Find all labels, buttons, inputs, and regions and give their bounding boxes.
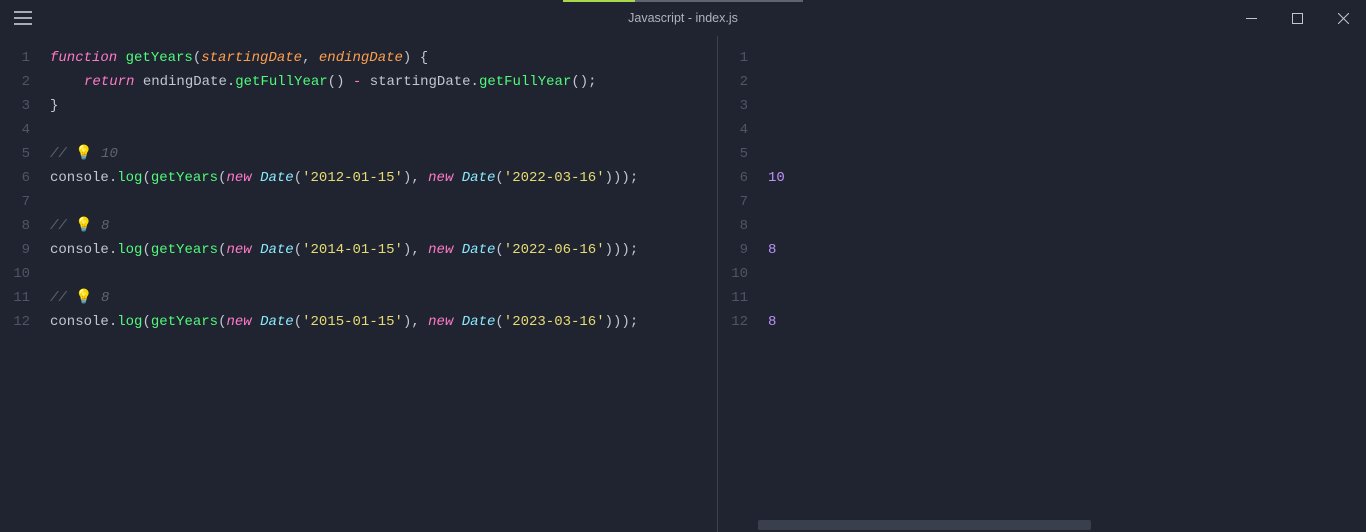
line-number: 9 bbox=[718, 238, 758, 262]
line-number: 11 bbox=[718, 286, 758, 310]
output-line bbox=[768, 118, 1366, 142]
scrollbar-thumb[interactable] bbox=[758, 520, 1091, 530]
output-content: 10 8 8 bbox=[768, 46, 1366, 334]
window-controls bbox=[1228, 0, 1366, 36]
output-line bbox=[768, 190, 1366, 214]
editor-gutter: 1 2 3 4 5 6 7 8 9 10 11 12 bbox=[0, 46, 40, 334]
line-number: 1 bbox=[0, 46, 40, 70]
line-number: 8 bbox=[718, 214, 758, 238]
line-number: 2 bbox=[718, 70, 758, 94]
maximize-button[interactable] bbox=[1274, 0, 1320, 36]
line-number: 10 bbox=[718, 262, 758, 286]
output-gutter: 1 2 3 4 5 6 7 8 9 10 11 12 bbox=[718, 46, 758, 334]
line-number: 11 bbox=[0, 286, 40, 310]
hamburger-menu-icon[interactable] bbox=[14, 7, 36, 29]
output-line: 10 bbox=[768, 166, 1366, 190]
window-title: Javascript - index.js bbox=[628, 11, 738, 25]
code-line[interactable]: console.log(getYears(new Date('2015-01-1… bbox=[50, 310, 717, 334]
close-button[interactable] bbox=[1320, 0, 1366, 36]
line-number: 3 bbox=[0, 94, 40, 118]
line-number: 8 bbox=[0, 214, 40, 238]
line-number: 4 bbox=[718, 118, 758, 142]
code-line[interactable]: function getYears(startingDate, endingDa… bbox=[50, 46, 717, 70]
output-line bbox=[768, 262, 1366, 286]
code-line[interactable] bbox=[50, 190, 717, 214]
output-line bbox=[768, 70, 1366, 94]
code-line[interactable]: // 💡 10 bbox=[50, 142, 717, 166]
code-editor-pane[interactable]: 1 2 3 4 5 6 7 8 9 10 11 12 function getY… bbox=[0, 36, 718, 532]
line-number: 7 bbox=[718, 190, 758, 214]
line-number: 9 bbox=[0, 238, 40, 262]
split-panes: 1 2 3 4 5 6 7 8 9 10 11 12 function getY… bbox=[0, 36, 1366, 532]
output-line bbox=[768, 286, 1366, 310]
title-bar: Javascript - index.js bbox=[0, 0, 1366, 36]
line-number: 10 bbox=[0, 262, 40, 286]
output-line bbox=[768, 94, 1366, 118]
lightbulb-icon: 💡 bbox=[75, 218, 92, 234]
code-line[interactable]: console.log(getYears(new Date('2014-01-1… bbox=[50, 238, 717, 262]
horizontal-scrollbar[interactable] bbox=[758, 520, 1364, 530]
output-line: 8 bbox=[768, 238, 1366, 262]
minimize-button[interactable] bbox=[1228, 0, 1274, 36]
output-line bbox=[768, 46, 1366, 70]
line-number: 12 bbox=[0, 310, 40, 334]
code-line[interactable] bbox=[50, 118, 717, 142]
line-number: 5 bbox=[0, 142, 40, 166]
code-line[interactable]: return endingDate.getFullYear() - starti… bbox=[50, 70, 717, 94]
lightbulb-icon: 💡 bbox=[75, 146, 92, 162]
output-line bbox=[768, 142, 1366, 166]
output-pane[interactable]: 1 2 3 4 5 6 7 8 9 10 11 12 10 8 8 bbox=[718, 36, 1366, 532]
line-number: 6 bbox=[0, 166, 40, 190]
code-line[interactable]: // 💡 8 bbox=[50, 286, 717, 310]
lightbulb-icon: 💡 bbox=[75, 290, 92, 306]
line-number: 7 bbox=[0, 190, 40, 214]
code-line[interactable]: // 💡 8 bbox=[50, 214, 717, 238]
code-line[interactable]: console.log(getYears(new Date('2012-01-1… bbox=[50, 166, 717, 190]
code-line[interactable] bbox=[50, 262, 717, 286]
line-number: 3 bbox=[718, 94, 758, 118]
line-number: 2 bbox=[0, 70, 40, 94]
output-line: 8 bbox=[768, 310, 1366, 334]
code-content[interactable]: function getYears(startingDate, endingDa… bbox=[50, 46, 717, 334]
line-number: 5 bbox=[718, 142, 758, 166]
line-number: 4 bbox=[0, 118, 40, 142]
line-number: 6 bbox=[718, 166, 758, 190]
code-line[interactable]: } bbox=[50, 94, 717, 118]
output-line bbox=[768, 214, 1366, 238]
line-number: 12 bbox=[718, 310, 758, 334]
line-number: 1 bbox=[718, 46, 758, 70]
